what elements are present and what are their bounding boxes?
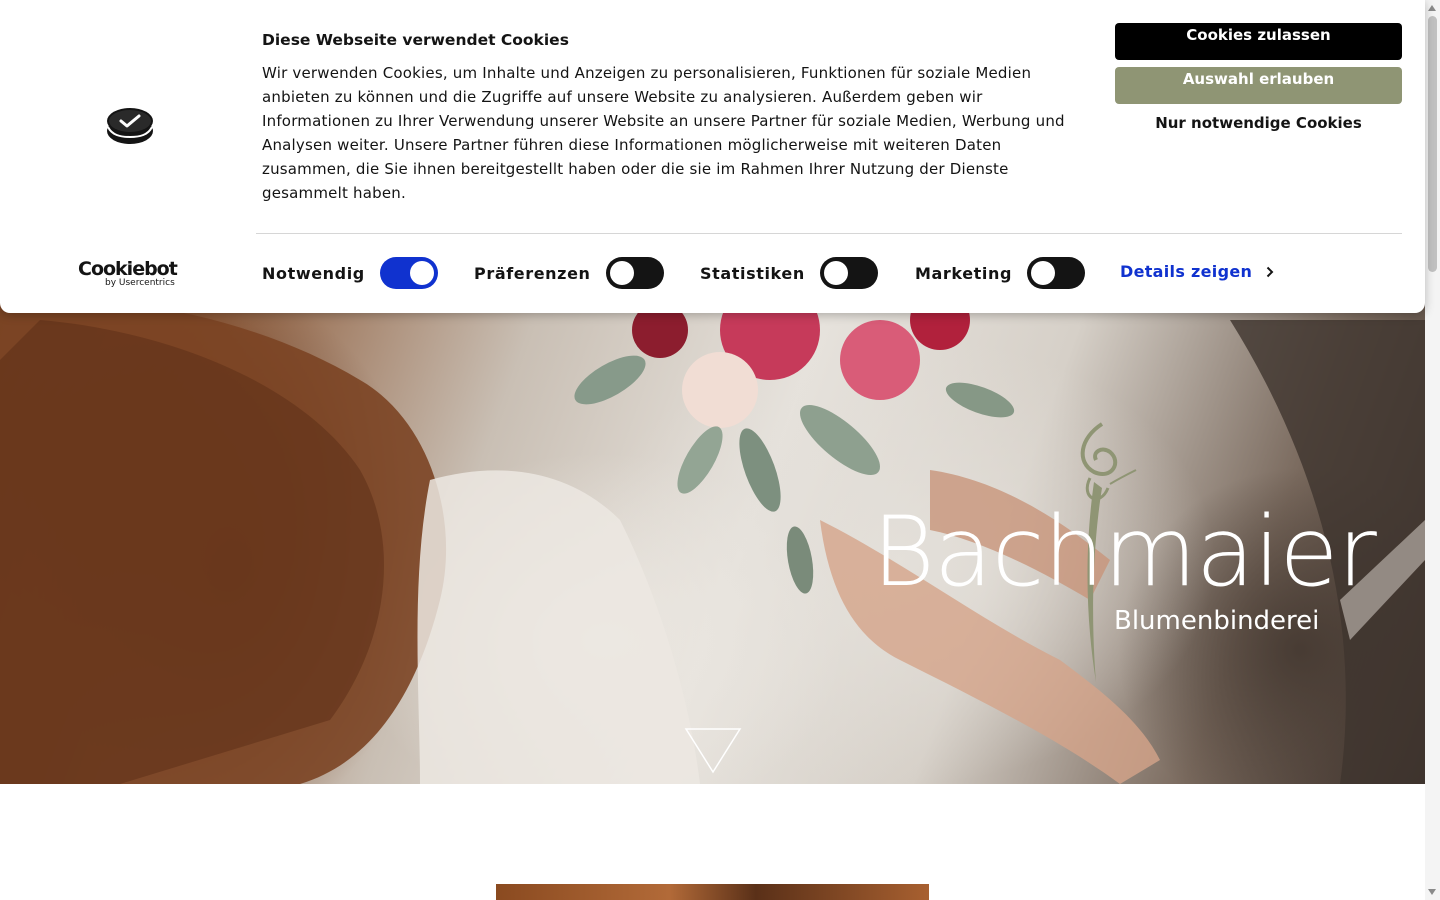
consent-necessary-label: Notwendig xyxy=(262,263,365,283)
cookiebot-brand-subtitle: by Usercentrics xyxy=(105,278,175,288)
logo-wordmark: Bachmaier xyxy=(872,496,1377,608)
page-scrollbar[interactable] xyxy=(1425,0,1440,900)
chevron-right-icon xyxy=(1266,266,1274,277)
consent-statistics: Statistiken xyxy=(700,255,878,291)
allow-all-cookies-button[interactable]: Cookies zulassen xyxy=(1115,23,1402,60)
scroll-down-triangle-icon[interactable] xyxy=(684,727,742,775)
logo-tagline: Blumenbinderei xyxy=(1114,606,1320,636)
consent-marketing: Marketing xyxy=(915,255,1086,291)
cookie-banner-divider xyxy=(256,233,1402,234)
consent-statistics-label: Statistiken xyxy=(700,263,805,283)
scroll-thumb[interactable] xyxy=(1428,16,1437,272)
show-details-link[interactable]: Details zeigen xyxy=(1120,262,1274,281)
consent-preferences-toggle[interactable] xyxy=(605,257,664,289)
cookie-banner-description: Wir verwenden Cookies, um Inhalte und An… xyxy=(262,64,1065,202)
cookiebot-logo-icon xyxy=(107,108,153,144)
consent-preferences-label: Präferenzen xyxy=(474,263,591,283)
consent-marketing-toggle[interactable] xyxy=(1027,257,1086,289)
consent-necessary-toggle[interactable] xyxy=(379,257,438,289)
bachmaier-logo[interactable]: Bachmaier Blumenbinderei xyxy=(870,418,1377,698)
allow-selection-button[interactable]: Auswahl erlauben xyxy=(1115,67,1402,104)
cookiebot-brand-name: Cookiebot xyxy=(78,258,178,280)
cookiebot-brand-logo: Cookiebot by Usercentrics xyxy=(78,258,182,290)
consent-necessary: Notwendig xyxy=(262,255,438,291)
necessary-cookies-only-button[interactable]: Nur notwendige Cookies xyxy=(1115,111,1402,148)
content-image-preview xyxy=(496,884,929,900)
cookie-consent-banner: Cookiebot by Usercentrics Diese Webseite… xyxy=(0,0,1425,313)
consent-statistics-toggle[interactable] xyxy=(819,257,878,289)
scroll-down-arrow-icon[interactable] xyxy=(1428,889,1436,895)
scroll-up-arrow-icon[interactable] xyxy=(1428,5,1436,11)
consent-preferences: Präferenzen xyxy=(474,255,664,291)
show-details-label: Details zeigen xyxy=(1120,262,1253,281)
cookie-banner-title: Diese Webseite verwendet Cookies xyxy=(262,31,569,49)
consent-marketing-label: Marketing xyxy=(915,263,1013,283)
